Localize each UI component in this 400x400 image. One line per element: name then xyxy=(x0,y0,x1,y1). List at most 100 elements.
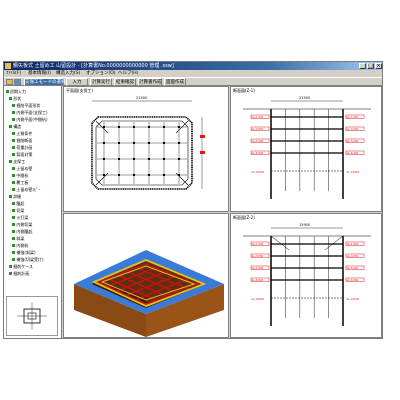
mode-select-button[interactable]: 支保工モードの選択 xyxy=(24,78,66,86)
level-label: GL-5.000 xyxy=(252,139,264,143)
save-icon[interactable] xyxy=(14,79,21,85)
intermediate-pile xyxy=(133,142,135,144)
tree-item-label: 土留め壁 xyxy=(16,166,33,171)
intermediate-pile xyxy=(103,126,105,128)
tab-input[interactable]: 入力 xyxy=(66,78,88,86)
menu-structure-input[interactable]: 構造入力(S) xyxy=(56,70,80,77)
sheet-pile-wall xyxy=(91,116,193,190)
tree-node-icon xyxy=(12,104,16,107)
tree-item[interactable]: 内側平面(支保工) xyxy=(12,110,48,116)
tree-item[interactable]: 支保工 xyxy=(9,159,25,165)
level-label: GL-10000 xyxy=(347,170,360,174)
section2-dimension-label: 15900 xyxy=(299,223,310,227)
view-3d-panel xyxy=(63,213,229,338)
intermediate-pile xyxy=(103,142,105,144)
tree-node-icon xyxy=(12,258,16,261)
tab-create-drawing[interactable]: 図面作成 xyxy=(164,78,186,86)
menu-help[interactable]: ヘルプ(H) xyxy=(118,70,138,77)
tree-item[interactable]: 掘削断面 xyxy=(12,138,32,144)
tree-item-label: 詳細 xyxy=(13,194,22,199)
tab-check-results[interactable]: 結果確認 xyxy=(114,78,136,86)
tree-item[interactable]: 内側切梁 xyxy=(12,222,32,228)
tree-item[interactable]: 中間杭 xyxy=(12,173,28,179)
intermediate-pile xyxy=(133,174,135,176)
minimize-button[interactable]: _ xyxy=(359,63,366,69)
tree-item-label: 内側杭 xyxy=(16,243,29,248)
maximize-button[interactable]: □ xyxy=(367,63,374,69)
tree-item-label: 構造 xyxy=(13,124,22,129)
tree-item[interactable]: 構造 xyxy=(9,124,21,130)
tree-item[interactable]: 土留め壁 xyxy=(12,166,32,172)
tree-item-label: 形状 xyxy=(13,96,22,101)
toolbar: 支保工モードの選択 入力 計算実行 結果確認 計算書作成 図面作成 xyxy=(4,77,382,86)
intermediate-pile xyxy=(163,142,165,144)
intermediate-pile xyxy=(148,142,150,144)
level-label: GL-1.550 xyxy=(347,115,359,119)
tree-item-label: 切梁 xyxy=(16,208,25,213)
tree-item-label: 内側平面(中間杭) xyxy=(16,117,48,122)
tree-item[interactable]: 火打梁 xyxy=(12,215,28,221)
tree-item-label: 内側切梁 xyxy=(16,222,33,227)
tree-item-label: 支保工 xyxy=(13,159,26,164)
tree-item-label: 初期入力 xyxy=(10,89,26,94)
tree-item[interactable]: 斜梁 xyxy=(12,236,24,242)
tree-node-icon xyxy=(12,153,16,156)
intermediate-pile xyxy=(178,126,180,128)
plan-view-panel: 平面図(支保工) 21500 xyxy=(63,86,229,212)
menu-basic-info[interactable]: 基本情報(I) xyxy=(28,70,51,77)
level-label: GL-1.550 xyxy=(252,242,264,246)
tree-item[interactable]: 腹起 xyxy=(12,201,24,207)
tree-item[interactable]: 詳細 xyxy=(9,194,21,200)
tree-item[interactable]: 覆工板 xyxy=(12,180,28,186)
tree-item[interactable]: 背面対策 xyxy=(12,152,32,158)
tree-node-icon xyxy=(12,202,16,205)
tree-item[interactable]: 初期入力 xyxy=(6,89,26,95)
tree-item-label: 土質条件 xyxy=(16,131,33,136)
tree-item[interactable]: 形状 xyxy=(9,96,21,102)
menu-options[interactable]: オプション(O) xyxy=(86,70,116,77)
tab-run-calculation[interactable]: 計算実行 xyxy=(90,78,112,86)
tree-node-icon xyxy=(12,132,16,135)
tree-item[interactable]: 土質条件 xyxy=(12,131,32,137)
tree-item-label: 掘削ケース xyxy=(13,264,33,269)
tree-node-icon xyxy=(9,125,13,128)
intermediate-pile xyxy=(133,126,135,128)
plan-dimension-label: 21500 xyxy=(136,96,147,100)
intermediate-pile xyxy=(118,126,120,128)
new-file-icon[interactable] xyxy=(6,79,13,85)
tree-node-icon xyxy=(12,181,16,184)
intermediate-pile xyxy=(118,158,120,160)
intermediate-pile xyxy=(148,158,150,160)
legend-box xyxy=(6,296,58,336)
tree-item[interactable]: 補強(斜梁) xyxy=(12,250,36,256)
intermediate-pile xyxy=(163,126,165,128)
tree-item[interactable]: 土留め壁ｺﾋﾟｰ xyxy=(12,187,40,193)
tree-item[interactable]: 荷重計画 xyxy=(12,145,32,151)
tree-node-icon xyxy=(12,251,16,254)
tree-item[interactable]: 補強(切梁受け) xyxy=(12,257,44,263)
level-label: GL-5.000 xyxy=(252,266,264,270)
menu-file[interactable]: ﾌｧｲﾙ(F) xyxy=(6,70,21,77)
tree-item-label: 補強(切梁受け) xyxy=(16,257,44,262)
tree-item[interactable]: 掘削計画 xyxy=(9,271,29,277)
plan-drawing: 21500 xyxy=(91,96,205,190)
navigation-tree: 初期入力形状掘削平面形状 内側平面(支保工) 内側平面(中間杭) 構造土質条件掘削断面… xyxy=(4,86,62,338)
tree-node-icon xyxy=(12,167,16,170)
level-label: GL-1.550 xyxy=(252,115,264,119)
tree-item[interactable]: 掘削ケース xyxy=(9,264,33,270)
tree-item[interactable]: 切梁 xyxy=(12,208,24,214)
intermediate-pile xyxy=(118,142,120,144)
tree-item[interactable]: 内側杭 xyxy=(12,243,28,249)
tree-item[interactable]: 掘削平面形状 xyxy=(12,103,40,109)
tree-node-icon xyxy=(12,139,16,142)
tree-item[interactable]: 内側平面(中間杭) xyxy=(12,117,48,123)
menu-bar: ﾌｧｲﾙ(F) 基本情報(I) 構造入力(S) オプション(O) ヘルプ(H) xyxy=(4,70,382,77)
tree-item-label: 掘削計画 xyxy=(13,271,30,276)
tree-item-label: 背面対策 xyxy=(16,152,33,157)
close-button[interactable]: × xyxy=(375,63,382,69)
tab-create-report[interactable]: 計算書作成 xyxy=(138,78,162,86)
tree-node-icon xyxy=(9,195,13,198)
intermediate-pile xyxy=(103,174,105,176)
application-window: 鋼矢板式 土留め工 山留設計 - [計算書No.0000000000000 管理… xyxy=(3,61,383,339)
tree-item[interactable]: 内側腹起 xyxy=(12,229,32,235)
